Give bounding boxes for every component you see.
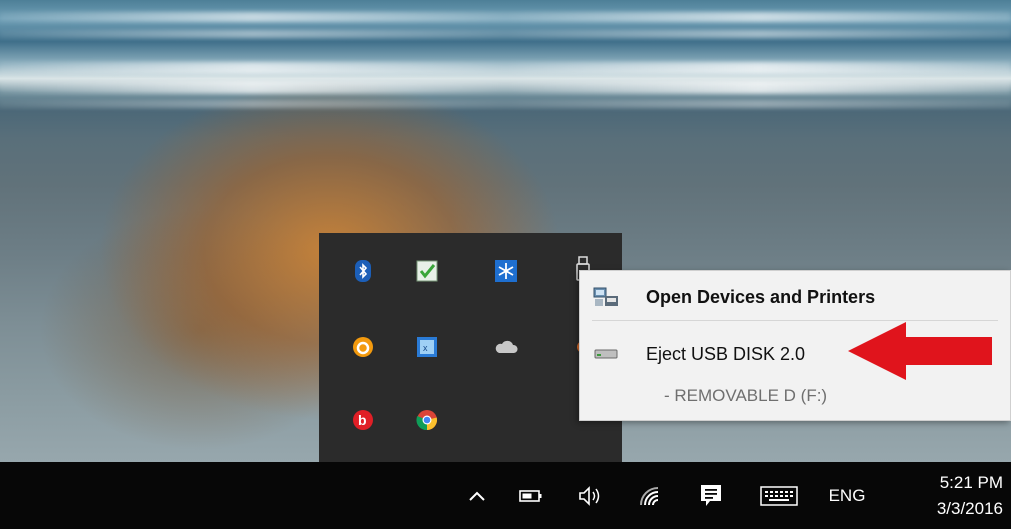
wave-crest [0, 30, 1011, 38]
clock-date: 3/3/2016 [936, 499, 1003, 518]
clock-time: 5:21 PM [939, 473, 1003, 492]
chevron-up-icon[interactable] [460, 462, 494, 529]
red-arrow-annotation [848, 322, 992, 380]
battery-icon[interactable] [515, 462, 547, 529]
wave-crest [0, 100, 1011, 108]
keyboard-icon[interactable] [757, 462, 801, 529]
calculator-app-icon[interactable]: x [415, 335, 439, 359]
drive-icon [593, 342, 619, 366]
wave-crest [0, 80, 1011, 94]
wifi-icon[interactable] [634, 462, 666, 529]
wave-crest [0, 12, 1011, 22]
menu-item-open-devices-printers[interactable]: Open Devices and Printers [580, 277, 1010, 317]
system-clock[interactable]: 5:21 PM 3/3/2016 [937, 470, 1003, 522]
action-center-icon[interactable] [695, 462, 727, 529]
onedrive-cloud-icon[interactable] [494, 335, 518, 359]
bluetooth-icon[interactable] [351, 259, 375, 283]
menu-item-label: Eject USB DISK 2.0 [646, 343, 806, 364]
speaker-icon[interactable] [574, 462, 608, 529]
checklist-icon[interactable] [415, 259, 439, 283]
tray-overflow-panel: x b [319, 233, 622, 462]
chrome-icon[interactable] [415, 408, 439, 432]
devices-printers-icon [593, 285, 619, 309]
orange-circle-app-icon[interactable] [351, 335, 375, 359]
menu-item-label: Open Devices and Printers [646, 286, 876, 307]
snowflake-icon[interactable] [494, 259, 518, 283]
wave-crest [0, 62, 1011, 74]
language-indicator[interactable]: ENG [825, 462, 869, 529]
svg-text:x: x [423, 343, 428, 353]
beats-icon[interactable]: b [351, 408, 375, 432]
svg-text:b: b [358, 412, 367, 428]
taskbar: ENG 5:21 PM 3/3/2016 [0, 462, 1011, 529]
removable-drive-label: - REMOVABLE D (F:) [664, 386, 828, 405]
